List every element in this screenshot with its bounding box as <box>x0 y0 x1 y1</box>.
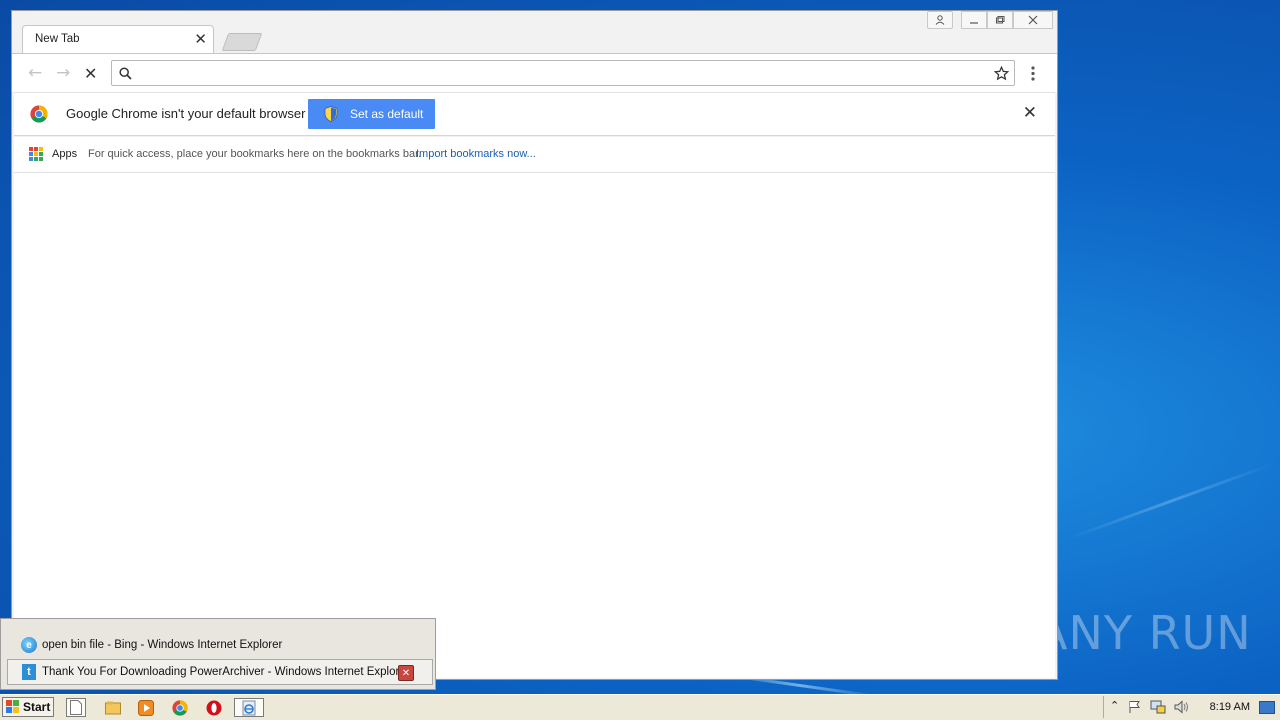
new-tab-button[interactable] <box>221 33 263 51</box>
tab-title: New Tab <box>35 33 80 45</box>
start-button[interactable]: Start <box>2 697 54 717</box>
start-label: Start <box>23 700 51 714</box>
profile-icon[interactable] <box>927 11 953 29</box>
windows-logo-icon <box>6 700 19 713</box>
window-controls <box>927 11 1053 29</box>
list-item[interactable]: e open bin file - Bing - Windows Interne… <box>7 632 433 658</box>
set-as-default-label: Set as default <box>350 107 424 121</box>
default-browser-infobar: Google Chrome isn't your default browser… <box>14 92 1055 136</box>
tab-new-tab[interactable]: New Tab ✕ <box>22 25 214 53</box>
apps-grid-icon[interactable] <box>29 147 43 161</box>
chrome-logo-icon <box>30 105 48 123</box>
internet-explorer-group-taskbar-icon[interactable] <box>234 698 264 717</box>
watermark-text: ANY RUN <box>1036 606 1252 660</box>
blank-document-taskbar-icon[interactable] <box>66 698 86 717</box>
opera-taskbar-icon[interactable] <box>204 698 224 717</box>
action-center-flag-icon[interactable] <box>1128 700 1142 714</box>
minimize-button[interactable] <box>961 11 987 29</box>
back-arrow-icon[interactable]: ← <box>28 63 42 83</box>
watermark-logo: ANY RUN <box>1036 606 1252 660</box>
close-window-button[interactable] <box>1013 11 1053 29</box>
file-explorer-taskbar-icon[interactable] <box>103 698 123 717</box>
uac-shield-icon <box>324 106 338 122</box>
show-desktop-icon[interactable] <box>1259 701 1275 714</box>
internet-explorer-icon: e <box>21 637 37 653</box>
apps-shortcut[interactable]: Apps <box>52 148 77 160</box>
media-player-taskbar-icon[interactable] <box>136 698 156 717</box>
taskbar-window-list-popup: e open bin file - Bing - Windows Interne… <box>0 618 436 690</box>
list-item[interactable]: t Thank You For Downloading PowerArchive… <box>7 659 433 685</box>
new-tab-page-content <box>14 173 1055 678</box>
tab-close-icon[interactable]: ✕ <box>194 30 207 48</box>
forward-arrow-icon[interactable]: → <box>56 63 70 83</box>
window-title: open bin file - Bing - Windows Internet … <box>42 639 283 651</box>
bookmarks-hint: For quick access, place your bookmarks h… <box>88 148 422 160</box>
chrome-window: New Tab ✕ ← → ✕ Google Chrome isn't your… <box>11 10 1058 680</box>
chrome-taskbar-icon[interactable] <box>170 698 190 717</box>
omnibox[interactable] <box>111 60 1015 86</box>
browser-toolbar: ← → ✕ <box>12 53 1057 92</box>
show-hidden-icons-chevron-icon[interactable]: ⌃ <box>1110 699 1119 712</box>
desktop-light-streak <box>1066 462 1274 541</box>
volume-speaker-icon[interactable] <box>1174 700 1190 714</box>
window-title: Thank You For Downloading PowerArchiver … <box>42 666 410 678</box>
import-bookmarks-link[interactable]: Import bookmarks now... <box>416 148 536 160</box>
bookmarks-bar: Apps For quick access, place your bookma… <box>14 137 1055 173</box>
restore-button[interactable] <box>987 11 1013 29</box>
infobar-close-icon[interactable]: ✕ <box>1023 103 1037 123</box>
close-icon[interactable]: ✕ <box>398 665 414 681</box>
powerarchiver-site-icon: t <box>22 664 36 680</box>
stop-loading-icon[interactable]: ✕ <box>84 64 97 83</box>
network-icon[interactable] <box>1150 700 1166 714</box>
system-tray: ⌃ 8:19 AM <box>1103 696 1280 718</box>
windows-taskbar: Start ⌃ 8:19 AM <box>0 694 1280 720</box>
menu-kebab-icon[interactable] <box>1031 66 1035 81</box>
bookmark-star-icon[interactable] <box>994 66 1009 81</box>
infobar-message: Google Chrome isn't your default browser <box>66 106 306 121</box>
omnibox-input[interactable] <box>138 64 982 84</box>
search-icon <box>119 67 132 80</box>
system-clock[interactable]: 8:19 AM <box>1210 701 1250 713</box>
set-as-default-button[interactable]: Set as default <box>308 99 435 129</box>
